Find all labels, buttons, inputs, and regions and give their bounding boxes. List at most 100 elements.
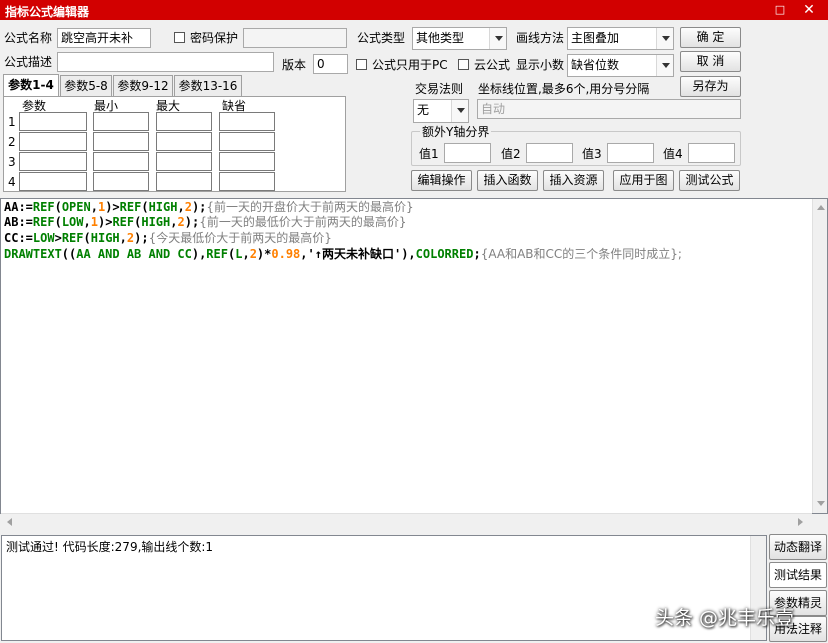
code-token-cmt: {AA和AB和CC的三个条件同时成立}; [480,247,682,261]
code-editor[interactable]: AA:=REF(OPEN,1)>REF(HIGH,2);{前一天的开盘价大于前两… [0,198,828,514]
name-label: 公式名称 [4,31,53,45]
pc-only-checkbox[interactable] [356,59,367,70]
tab-params-13-16[interactable]: 参数13-16 [174,75,242,96]
param-min-input[interactable] [93,132,149,151]
param-row-number: 1 [8,115,16,129]
trade-rule-select[interactable]: 无 [413,99,469,123]
tab-params-1-4[interactable]: 参数1-4 [3,74,59,96]
code-token-op: , [83,215,91,229]
code-line: AB:=REF(LOW,1)>REF(HIGH,2);{前一天的最低价大于前两天… [4,215,406,230]
param-max-input[interactable] [156,112,212,131]
decimals-label: 显示小数 [516,58,565,72]
extra-y-title: 额外Y轴分界 [420,124,492,140]
type-select[interactable]: 其他类型 [412,27,507,50]
name-input[interactable]: 跳空高开未补 [57,28,151,48]
param-name-input[interactable] [19,112,87,131]
y-value-label: 值2 [501,147,521,161]
param-max-input[interactable] [156,172,212,191]
param-name-input[interactable] [19,132,87,151]
chevron-down-icon[interactable] [489,28,506,49]
code-token-kw: REF [119,200,142,214]
draw-method-label: 画线方法 [516,31,565,45]
code-token-op: '), [393,247,416,261]
chevron-down-icon[interactable] [656,55,673,76]
test-formula-button[interactable]: 测试公式 [679,170,740,191]
param-default-input[interactable] [219,112,275,131]
editor-horizontal-scrollbar[interactable] [1,513,812,530]
code-token-num: 2 [184,200,192,214]
param-name-input[interactable] [19,152,87,171]
param-default-input[interactable] [219,152,275,171]
tab-params-5-8[interactable]: 参数5-8 [60,75,112,96]
code-line: CC:=LOW>REF(HIGH,2);{今天最低价大于前两天的最高价} [4,231,332,246]
scroll-up-icon[interactable] [817,205,825,210]
param-default-input[interactable] [219,172,275,191]
window-title: 指标公式编辑器 [5,5,90,19]
code-token-kw: LOW [61,215,84,229]
insert-resource-button[interactable]: 插入资源 [543,170,604,191]
pc-only-label: 公式只用于PC [372,58,448,72]
cloud-checkbox[interactable] [458,59,469,70]
insert-function-button[interactable]: 插入函数 [477,170,538,191]
decimals-value: 缺省位数 [571,58,620,72]
y-value-3-input[interactable] [607,143,654,163]
dynamic-translate-button[interactable]: 动态翻译 [769,534,827,560]
version-label: 版本 [282,58,307,72]
y-value-2-input[interactable] [526,143,573,163]
password-input[interactable] [243,28,347,48]
draw-method-value: 主图叠加 [571,31,620,45]
y-value-label: 值1 [419,147,439,161]
test-result-button[interactable]: 测试结果 [769,562,827,588]
code-line: DRAWTEXT((AA AND AB AND CC),REF(L,2)*0.9… [4,247,682,262]
code-token-kw: HIGH [141,215,171,229]
code-token-op: > [54,231,62,245]
param-default-input[interactable] [219,132,275,151]
edit-ops-button[interactable]: 编辑操作 [411,170,472,191]
param-row-number: 4 [8,175,16,189]
code-token-op: ( [54,200,62,214]
editor-vertical-scrollbar[interactable] [812,199,827,513]
save-as-button[interactable]: 另存为 [680,76,741,97]
desc-input[interactable] [57,52,274,72]
trade-rule-label: 交易法则 [415,82,464,96]
code-token-op: ); [191,200,207,214]
apply-to-chart-button[interactable]: 应用于图 [613,170,674,191]
chevron-down-icon[interactable] [656,28,673,49]
y-value-4-input[interactable] [688,143,735,163]
code-token-op: ); [134,231,149,245]
code-token-var: CC:= [4,231,33,245]
code-token-num: 0.98 [271,247,301,261]
param-max-input[interactable] [156,132,212,151]
code-token-kw: REF [32,200,55,214]
scroll-right-icon[interactable] [798,518,803,526]
code-token-num: 1 [90,215,98,229]
y-value-1-input[interactable] [444,143,491,163]
decimals-select[interactable]: 缺省位数 [567,54,674,77]
result-output[interactable]: 测试通过! 代码长度:279,输出线个数:1 [1,535,767,641]
code-line: AA:=REF(OPEN,1)>REF(HIGH,2);{前一天的开盘价大于前两… [4,200,414,215]
code-token-var: AB:= [4,215,33,229]
code-token-kw: REF [206,247,228,261]
code-token-op: , [242,247,250,261]
cancel-button[interactable]: 取 消 [680,51,741,72]
param-min-input[interactable] [93,112,149,131]
ok-button[interactable]: 确 定 [680,27,741,48]
version-input[interactable]: 0 [313,54,348,74]
coord-input[interactable]: 自动 [477,99,741,119]
scroll-left-icon[interactable] [7,518,12,526]
code-token-kw: COLORRED [415,247,474,261]
code-token-kw: REF [61,231,84,245]
param-min-input[interactable] [93,152,149,171]
y-value-label: 值3 [582,147,602,161]
tab-params-9-12[interactable]: 参数9-12 [113,75,173,96]
draw-method-select[interactable]: 主图叠加 [567,27,674,50]
chevron-down-icon[interactable] [451,100,468,122]
close-icon[interactable]: ✕ [790,0,828,20]
password-checkbox[interactable] [174,32,185,43]
restore-icon[interactable]: □ [773,3,787,17]
code-token-op: ; [473,247,481,261]
param-min-input[interactable] [93,172,149,191]
scroll-down-icon[interactable] [817,501,825,506]
param-name-input[interactable] [19,172,87,191]
param-max-input[interactable] [156,152,212,171]
